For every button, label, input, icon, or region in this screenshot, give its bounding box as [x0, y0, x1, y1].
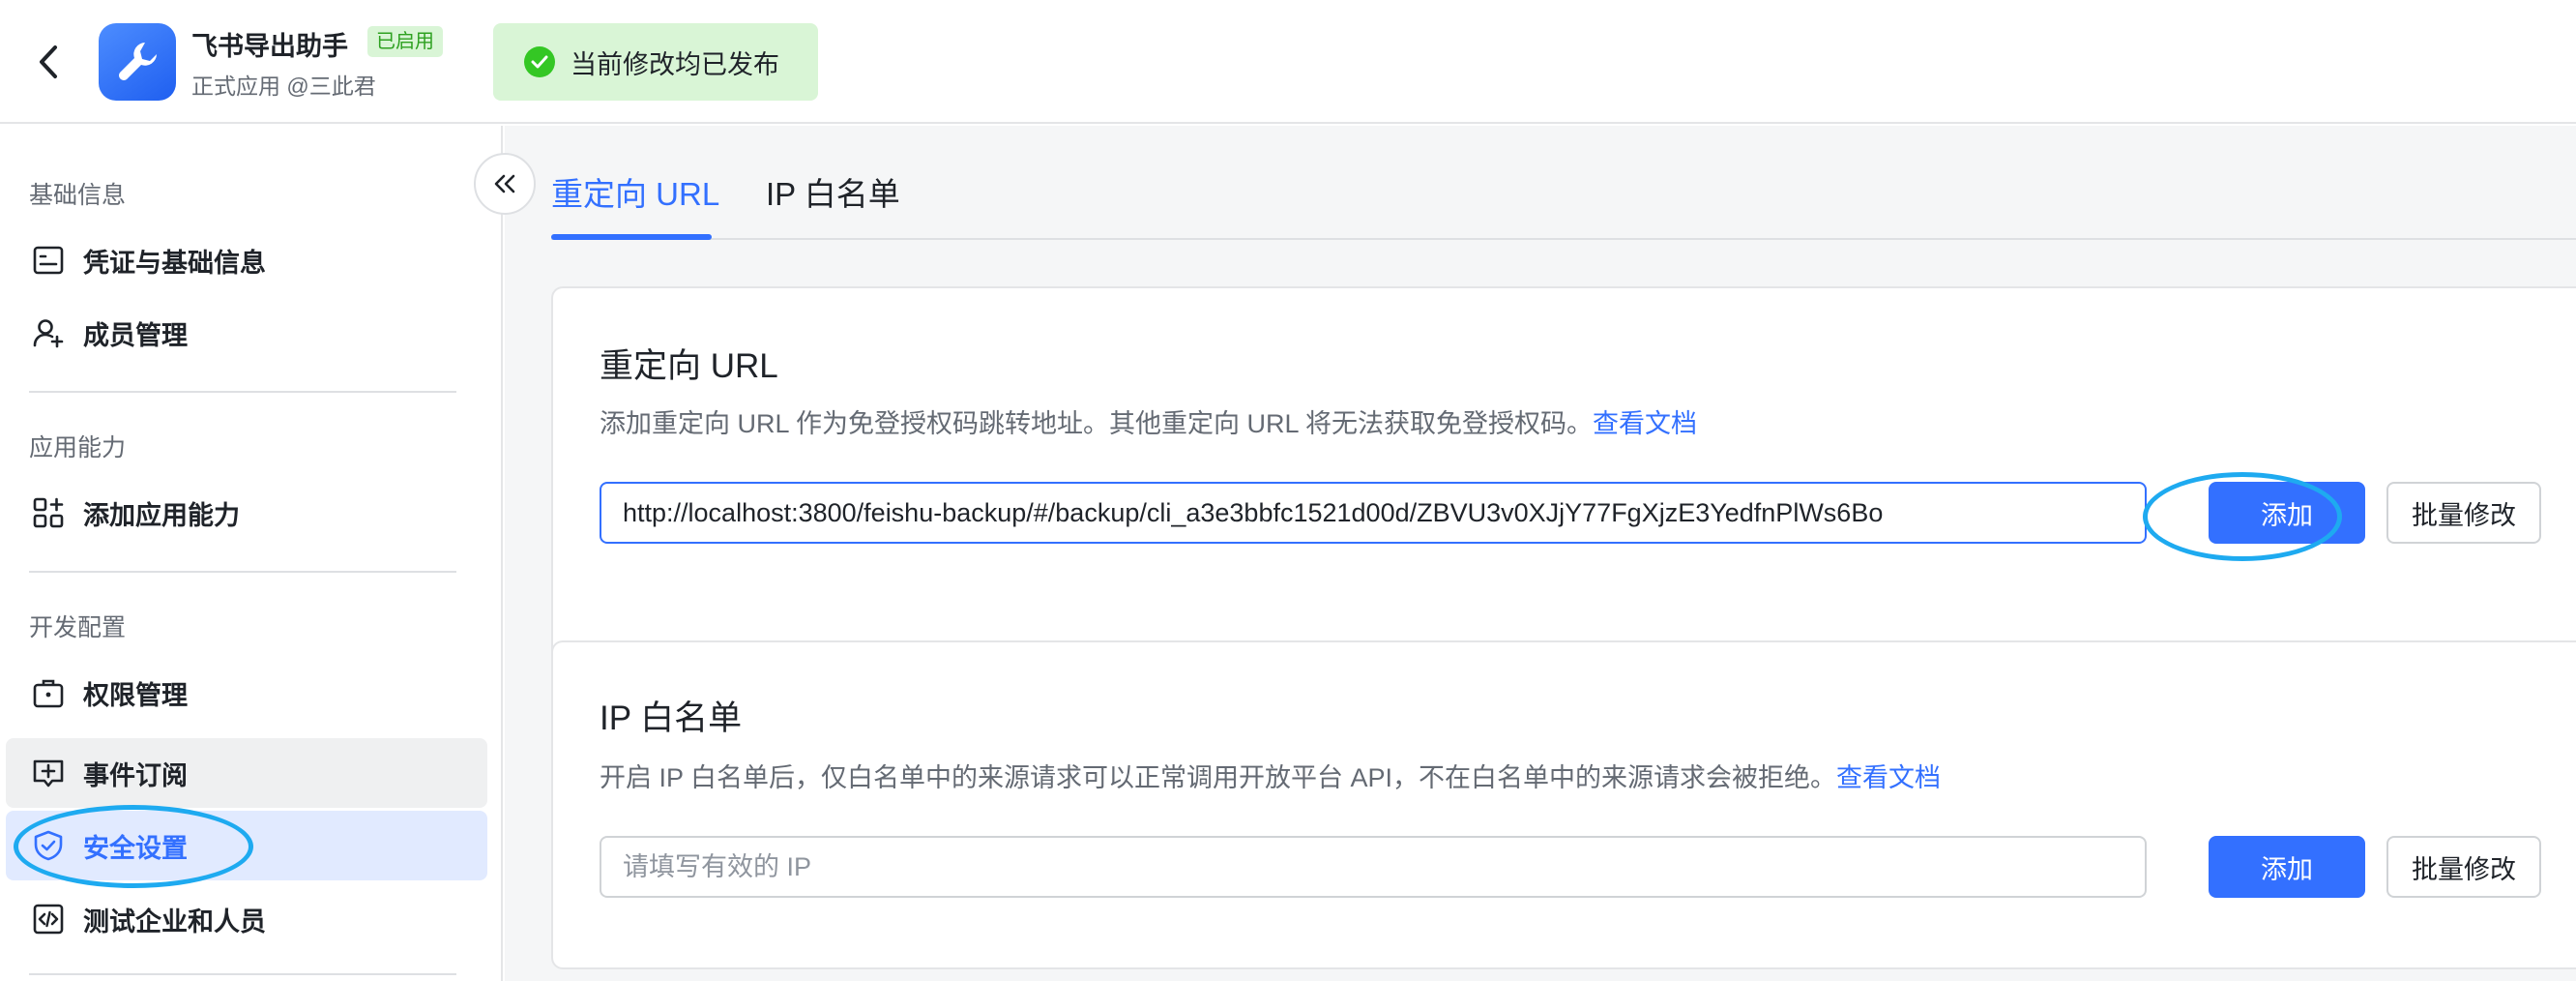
active-tab-indicator [551, 234, 712, 240]
member-add-icon [31, 315, 66, 350]
ip-batch-edit-button[interactable]: 批量修改 [2386, 836, 2541, 898]
shield-icon [31, 828, 66, 863]
sidebar-item-label: 测试企业和人员 [83, 907, 266, 936]
sidebar-item-test-tenant[interactable]: 测试企业和人员 [6, 884, 487, 954]
sidebar-divider [29, 973, 456, 975]
ip-whitelist-description-text: 开启 IP 白名单后，仅白名单中的来源请求可以正常调用开放平台 API，不在白名… [600, 763, 1837, 792]
sidebar-group-dev-config: 开发配置 [29, 614, 127, 641]
sidebar-divider [29, 571, 456, 573]
ip-whitelist-doc-link[interactable]: 查看文档 [1836, 763, 1941, 792]
sidebar-item-label: 安全设置 [83, 833, 188, 863]
app-logo-icon [99, 23, 176, 101]
back-arrow-icon[interactable] [29, 39, 68, 85]
sidebar-group-abilities: 应用能力 [29, 434, 127, 461]
check-circle-icon [524, 46, 555, 77]
ip-whitelist-title: IP 白名单 [600, 699, 743, 737]
tab-ip-whitelist[interactable]: IP 白名单 [766, 168, 900, 215]
credential-icon [31, 243, 66, 278]
app-name: 飞书导出助手 [191, 32, 348, 61]
sidebar-item-events[interactable]: 事件订阅 [6, 738, 487, 808]
redirect-url-description: 添加重定向 URL 作为免登授权码跳转地址。其他重定向 URL 将无法获取免登授… [600, 402, 1697, 440]
redirect-url-input[interactable]: http://localhost:3800/feishu-backup/#/ba… [600, 482, 2147, 544]
ip-whitelist-description: 开启 IP 白名单后，仅白名单中的来源请求可以正常调用开放平台 API，不在白名… [600, 757, 1941, 794]
sidebar-item-permissions[interactable]: 权限管理 [6, 658, 487, 728]
redirect-url-add-button[interactable]: 添加 [2209, 482, 2365, 544]
briefcase-icon [31, 675, 66, 710]
redirect-url-batch-edit-button[interactable]: 批量修改 [2386, 482, 2541, 544]
tab-redirect-url[interactable]: 重定向 URL [551, 168, 719, 215]
code-icon [31, 902, 66, 936]
collapse-sidebar-button[interactable] [474, 153, 536, 215]
tab-bar: 重定向 URL IP 白名单 [551, 126, 2576, 240]
app-subtitle: 正式应用 @三此君 [191, 74, 376, 99]
redirect-url-title: 重定向 URL [600, 347, 778, 385]
ip-add-button[interactable]: 添加 [2209, 836, 2365, 898]
apps-add-icon [31, 495, 66, 530]
sidebar-item-label: 凭证与基础信息 [83, 248, 266, 278]
sidebar-item-security[interactable]: 安全设置 [6, 811, 487, 880]
sidebar-divider [29, 391, 456, 393]
sidebar-item-credentials[interactable]: 凭证与基础信息 [6, 225, 487, 295]
sidebar-item-label: 添加应用能力 [83, 500, 240, 530]
sidebar: 基础信息 凭证与基础信息 成员管理 应用能力 添加应用能力 开发配置 权限管理 … [0, 126, 503, 981]
ip-whitelist-card: IP 白名单 开启 IP 白名单后，仅白名单中的来源请求可以正常调用开放平台 A… [551, 640, 2576, 969]
app-status-badge: 已启用 [367, 26, 443, 57]
sidebar-item-label: 成员管理 [83, 320, 188, 350]
top-header: 飞书导出助手 已启用 正式应用 @三此君 当前修改均已发布 [0, 0, 2576, 124]
ip-input[interactable]: 请填写有效的 IP [600, 836, 2147, 898]
main-content: 重定向 URL IP 白名单 重定向 URL 添加重定向 URL 作为免登授权码… [505, 126, 2576, 981]
publish-status-banner: 当前修改均已发布 [493, 23, 818, 101]
sidebar-item-label: 事件订阅 [83, 760, 188, 790]
sidebar-item-members[interactable]: 成员管理 [6, 298, 487, 368]
sidebar-item-label: 权限管理 [83, 680, 188, 710]
sidebar-item-add-ability[interactable]: 添加应用能力 [6, 478, 487, 548]
redirect-url-doc-link[interactable]: 查看文档 [1593, 409, 1697, 438]
event-subscribe-icon [31, 756, 66, 790]
sidebar-group-basic: 基础信息 [29, 182, 127, 209]
redirect-url-description-text: 添加重定向 URL 作为免登授权码跳转地址。其他重定向 URL 将无法获取免登授… [600, 409, 1594, 438]
publish-status-text: 当前修改均已发布 [571, 49, 779, 79]
